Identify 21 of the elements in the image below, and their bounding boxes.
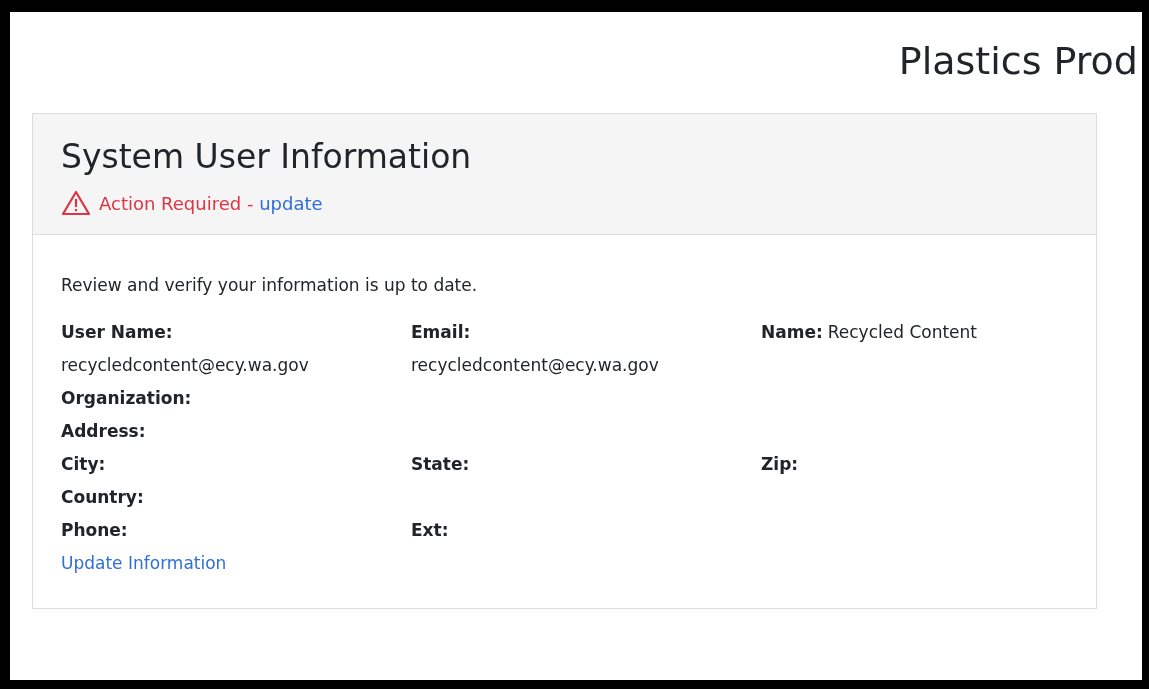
- field-label: Organization:: [61, 387, 192, 410]
- field-value: Recycled Content: [827, 321, 977, 344]
- update-link[interactable]: update: [259, 192, 323, 214]
- field-label: Ext:: [411, 519, 449, 542]
- alert-text: Action Required -: [99, 192, 255, 214]
- field-label: Phone:: [61, 519, 128, 542]
- field-label: State:: [411, 453, 470, 476]
- field-value: recycledcontent@ecy.wa.gov: [61, 354, 310, 377]
- card-title: System User Information: [61, 136, 473, 178]
- page-title: Plastics Prod: [898, 38, 1138, 84]
- field-value: recycledcontent@ecy.wa.gov: [411, 354, 660, 377]
- field-label: Country:: [61, 486, 144, 509]
- warning-icon: [61, 190, 91, 216]
- field-label: User Name:: [61, 321, 174, 344]
- field-label: Address:: [61, 420, 146, 443]
- intro-text: Review and verify your information is up to date.: [61, 274, 479, 297]
- field-label: Zip:: [761, 453, 799, 476]
- field-label: City:: [61, 453, 106, 476]
- update-information-link[interactable]: Update Information: [61, 553, 227, 573]
- field-label: Email:: [411, 321, 472, 344]
- field-label: Name:: [761, 321, 823, 344]
